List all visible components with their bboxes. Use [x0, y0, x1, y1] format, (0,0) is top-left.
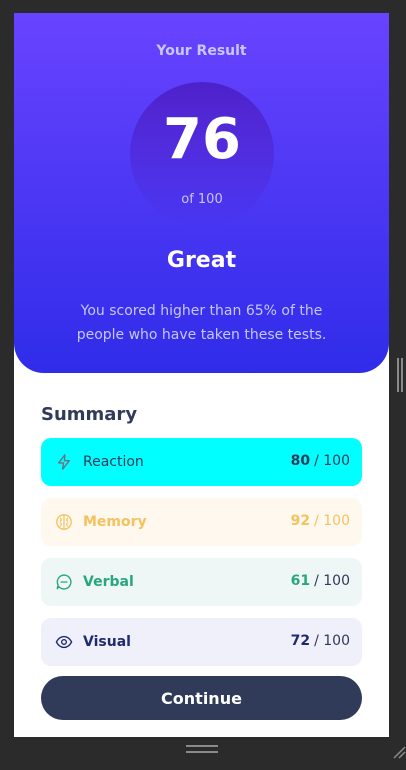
- score-max: / 100: [314, 573, 350, 589]
- result-panel: Your Result 76 of 100 Great You scored h…: [14, 13, 389, 373]
- score-max: of 100: [181, 192, 223, 207]
- lightning-icon: [55, 453, 73, 471]
- resize-handle-bottom[interactable]: [186, 745, 218, 753]
- summary-item-label: Memory: [83, 514, 147, 530]
- score-value: 76: [163, 107, 241, 172]
- resize-corner-icon[interactable]: [392, 744, 406, 759]
- score-number: 80: [290, 453, 311, 469]
- summary-item-memory: Memory 92/ 100: [41, 498, 362, 546]
- continue-button[interactable]: Continue: [41, 676, 362, 720]
- summary-item-score: 92/ 100: [291, 513, 350, 529]
- brain-icon: [55, 513, 73, 531]
- resize-handle-right[interactable]: [397, 358, 403, 392]
- score-circle: 76 of 100: [130, 82, 274, 226]
- chat-bubble-icon: [55, 573, 73, 591]
- score-max: / 100: [314, 453, 350, 469]
- summary-item-label: Verbal: [83, 574, 134, 590]
- summary-item-score: 80/ 100: [291, 453, 350, 469]
- summary-item-label: Visual: [83, 634, 131, 650]
- summary-item-score: 72/ 100: [291, 633, 350, 649]
- score-max: / 100: [314, 513, 350, 529]
- score-number: 92: [290, 513, 311, 529]
- results-summary-component: Your Result 76 of 100 Great You scored h…: [14, 13, 389, 737]
- score-number: 72: [290, 633, 311, 649]
- result-description: You scored higher than 65% of the people…: [76, 303, 327, 343]
- score-max: / 100: [314, 633, 350, 649]
- score-number: 61: [290, 573, 311, 589]
- eye-icon: [55, 633, 73, 651]
- summary-item-score: 61/ 100: [291, 573, 350, 589]
- result-heading: Your Result: [156, 43, 247, 59]
- summary-item-reaction: Reaction 80/ 100: [41, 438, 362, 486]
- result-grade: Great: [166, 248, 237, 273]
- summary-title: Summary: [41, 404, 138, 425]
- summary-item-verbal: Verbal 61/ 100: [41, 558, 362, 606]
- summary-item-visual: Visual 72/ 100: [41, 618, 362, 666]
- summary-item-label: Reaction: [83, 454, 144, 470]
